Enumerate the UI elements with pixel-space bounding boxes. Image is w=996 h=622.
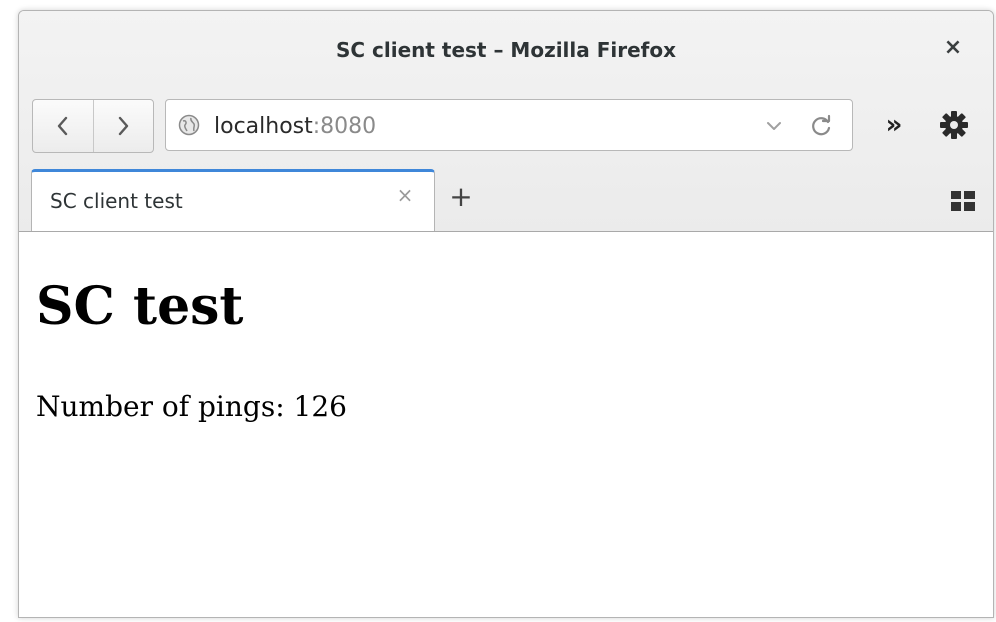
- screen: SC client test – Mozilla Firefox × local…: [0, 0, 996, 622]
- tab-close-icon[interactable]: ×: [394, 184, 416, 206]
- page-heading: SC test: [36, 276, 244, 337]
- page-content: SC test Number of pings: 126: [19, 232, 993, 617]
- tab-title: SC client test: [50, 189, 183, 213]
- url-text[interactable]: localhost:8080: [214, 114, 376, 139]
- browser-chrome: SC client test – Mozilla Firefox × local…: [19, 11, 993, 232]
- url-port: :8080: [312, 114, 377, 139]
- titlebar[interactable]: SC client test – Mozilla Firefox ×: [19, 11, 993, 87]
- forward-arrow-icon: [119, 116, 129, 136]
- chevron-down-icon[interactable]: [764, 116, 784, 136]
- overflow-chevron-icon[interactable]: »: [877, 108, 911, 142]
- url-host: localhost: [214, 114, 313, 139]
- back-arrow-icon: [57, 116, 67, 136]
- back-button[interactable]: [33, 100, 93, 152]
- tab-strip: SC client test × +: [19, 166, 993, 231]
- gear-icon[interactable]: [937, 108, 971, 142]
- tab-sc-client-test[interactable]: SC client test ×: [31, 169, 435, 231]
- navigation-buttons: [32, 99, 154, 153]
- new-tab-button[interactable]: +: [448, 183, 474, 211]
- window-title: SC client test – Mozilla Firefox: [335, 38, 677, 62]
- ping-count-text: Number of pings: 126: [36, 390, 347, 423]
- reload-icon[interactable]: [810, 114, 834, 138]
- window-close-icon[interactable]: ×: [941, 36, 965, 60]
- globe-icon: [178, 114, 200, 136]
- url-bar[interactable]: localhost:8080: [165, 99, 853, 151]
- forward-button[interactable]: [92, 100, 154, 152]
- tab-overview-icon[interactable]: [951, 191, 975, 211]
- browser-window: SC client test – Mozilla Firefox × local…: [18, 10, 994, 618]
